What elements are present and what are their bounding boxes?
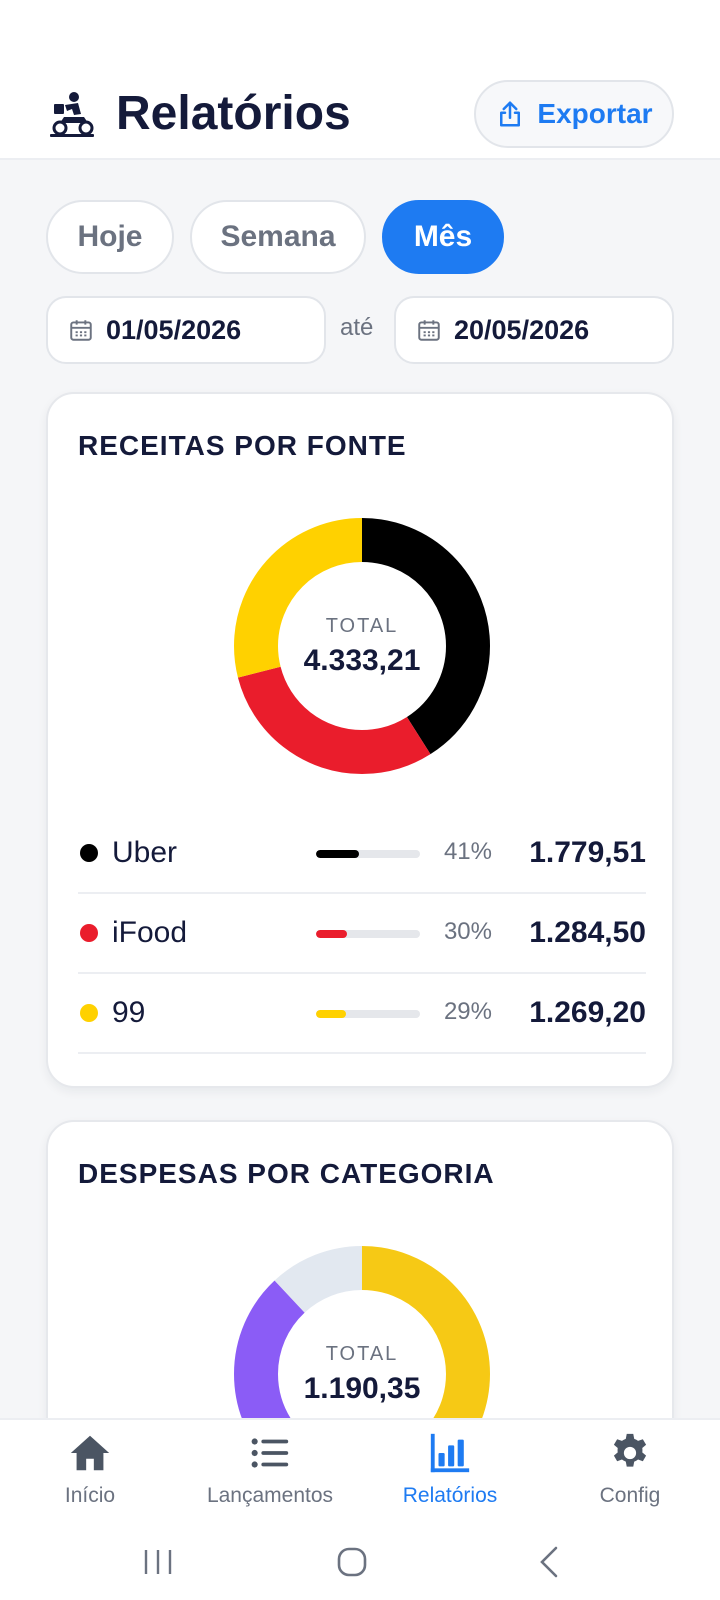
income-total-label: TOTAL: [325, 614, 399, 637]
nav-label: Config: [599, 1484, 661, 1507]
income-total-value: 4.333,21: [303, 643, 421, 677]
period-chip-week[interactable]: Semana: [190, 200, 366, 274]
nav-item-relatorios[interactable]: Relatórios: [360, 1430, 540, 1520]
nav-item-inicio[interactable]: Início: [0, 1430, 180, 1520]
home-icon: [70, 1435, 110, 1471]
nav-label: Início: [64, 1484, 116, 1507]
status-bar: [0, 0, 720, 70]
export-button[interactable]: Exportar: [474, 80, 674, 148]
99-color-dot: [80, 1004, 98, 1022]
uber-color-dot: [80, 844, 98, 862]
ifood-color-dot: [80, 924, 98, 942]
calendar-icon: [418, 320, 440, 341]
income-donut-chart: TOTAL 4.333,21: [232, 516, 492, 776]
share-bar: [316, 1010, 420, 1018]
period-chip-today[interactable]: Hoje: [46, 200, 174, 274]
recent-apps-icon[interactable]: [136, 1540, 180, 1584]
page-title: Relatórios: [116, 87, 351, 140]
date-to-field[interactable]: 20/05/2026: [394, 296, 674, 364]
share-percent: 41%: [443, 838, 492, 865]
legend-row-ifood[interactable]: iFood 30% 1.284,50: [78, 894, 646, 974]
gear-icon: [613, 1433, 647, 1467]
bar-chart-icon: [430, 1433, 470, 1473]
share-bar-fill: [316, 850, 359, 858]
source-name: 99: [112, 996, 146, 1029]
source-value: 1.284,50: [529, 916, 646, 949]
income-legend: Uber 41% 1.779,51 iFood 30% 1.284,50 99 …: [78, 814, 646, 1054]
share-percent: 30%: [443, 918, 492, 945]
expenses-total-label: TOTAL: [325, 1342, 399, 1365]
share-upload-icon: [500, 101, 521, 127]
source-name: Uber: [112, 836, 178, 869]
share-percent: 29%: [443, 998, 492, 1025]
home-button-icon[interactable]: [330, 1540, 374, 1584]
calendar-icon: [70, 320, 92, 341]
list-icon: [251, 1438, 289, 1468]
expenses-card-title: DESPESAS POR CATEGORIA: [78, 1158, 495, 1189]
export-label: Exportar: [537, 98, 653, 129]
period-filter: Hoje Semana Mês: [46, 200, 504, 274]
nav-label: Relatórios: [402, 1484, 498, 1507]
share-bar-fill: [316, 1010, 347, 1018]
share-bar-fill: [316, 930, 348, 938]
back-icon[interactable]: [528, 1540, 572, 1584]
bottom-navigation: Início Lançamentos Relatórios Config: [0, 1418, 720, 1522]
period-chip-month[interactable]: Mês: [382, 200, 504, 274]
expenses-total-value: 1.190,35: [303, 1371, 421, 1405]
date-from-value: 01/05/2026: [106, 314, 242, 345]
nav-label: Lançamentos: [206, 1484, 334, 1507]
source-value: 1.779,51: [529, 836, 646, 869]
date-to-value: 20/05/2026: [454, 314, 590, 345]
date-from-field[interactable]: 01/05/2026: [46, 296, 326, 364]
share-bar: [316, 930, 420, 938]
date-separator: até: [340, 314, 374, 341]
legend-row-uber[interactable]: Uber 41% 1.779,51: [78, 814, 646, 894]
income-card-title: RECEITAS POR FONTE: [78, 430, 407, 461]
nav-item-lancamentos[interactable]: Lançamentos: [180, 1430, 360, 1520]
nav-item-config[interactable]: Config: [540, 1430, 720, 1520]
motorbike-courier-icon: [50, 92, 94, 137]
share-bar: [316, 850, 420, 858]
legend-row-99[interactable]: 99 29% 1.269,20: [78, 974, 646, 1054]
source-name: iFood: [112, 916, 188, 949]
system-navigation-bar: [0, 1522, 720, 1600]
app-header: Relatórios Exportar: [0, 70, 720, 160]
income-by-source-card: RECEITAS POR FONTE TOTAL 4.333,21 Uber 4…: [46, 392, 674, 1088]
source-value: 1.269,20: [529, 996, 646, 1029]
